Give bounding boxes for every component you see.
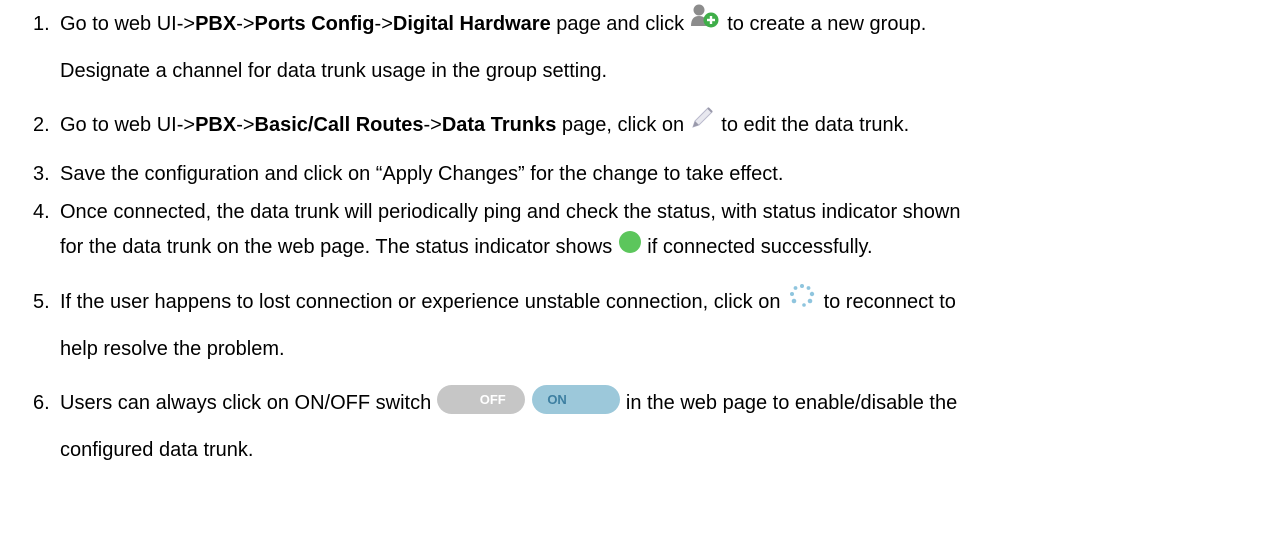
step-number: 2. (33, 114, 50, 136)
step-number: 5. (33, 291, 50, 313)
step-1-line-1: 1. Go to web UI->PBX->Ports Config->Digit… (33, 4, 926, 36)
status-connected-icon (618, 230, 642, 260)
menu-pbx: PBX (195, 13, 237, 35)
menu-data-trunks: Data Trunks (441, 114, 557, 136)
step-2-line-1: 2. Go to web UI->PBX->Basic/Call Routes->… (33, 107, 909, 137)
step-number: 3. (33, 163, 50, 185)
menu-ports-config: Ports Config (254, 13, 375, 35)
step-number: 6. (33, 392, 50, 414)
on-toggle-switch: ON (532, 385, 621, 415)
step-6-line-2: configured data trunk. (60, 439, 254, 461)
step-4-line-1: 4. Once connected, the data trunk will pe… (33, 201, 961, 223)
reconnect-icon (786, 283, 818, 315)
menu-pbx: PBX (195, 114, 237, 136)
step-1-line-2: Designate a channel for data trunk usage… (60, 60, 608, 82)
edit-pencil-icon (690, 106, 716, 136)
add-group-icon (690, 4, 722, 36)
step-6-line-1: 6. Users can always click on ON/OFF switc… (33, 385, 957, 415)
step-5-line-1: 5. If the user happens to lost connection… (33, 283, 956, 315)
step-number: 4. (33, 201, 50, 223)
step-number: 1. (33, 13, 50, 35)
on-toggle-label: ON (547, 392, 567, 408)
step-4-line-2: for the data trunk on the web page. The … (60, 230, 873, 260)
step-3: 3. Save the configuration and click on “A… (33, 163, 784, 185)
menu-digital-hardware: Digital Hardware (392, 13, 551, 35)
menu-basic-call-routes: Basic/Call Routes (254, 114, 424, 136)
off-toggle-label: OFF (479, 392, 506, 408)
off-toggle-switch: OFF (436, 385, 525, 415)
step-5-line-2: help resolve the problem. (60, 338, 285, 360)
